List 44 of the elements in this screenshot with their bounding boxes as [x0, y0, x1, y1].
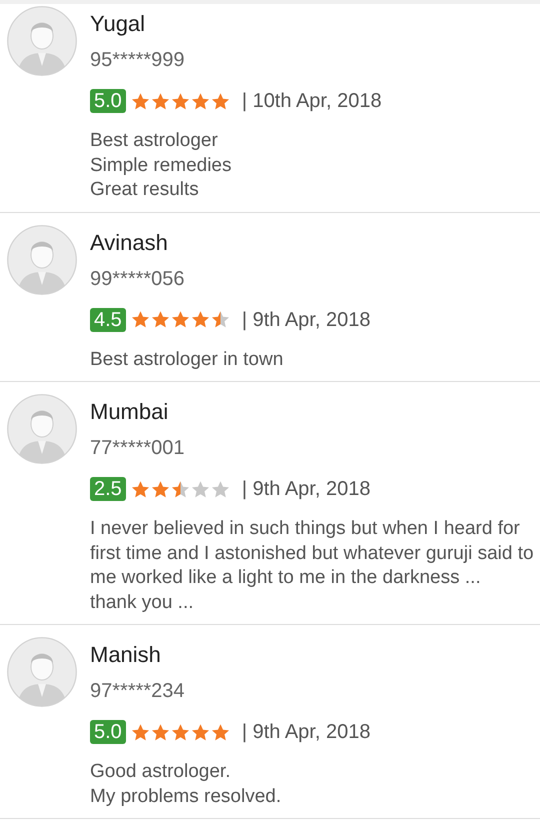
reviewer-name: Yugal: [90, 12, 146, 36]
review-date: | 10th Apr, 2018: [242, 89, 382, 113]
star-icon: [130, 92, 150, 110]
star-icon: [190, 92, 210, 110]
reviewer-name: Mumbai: [90, 400, 170, 424]
avatar-icon: [7, 637, 77, 707]
review-text: I never believed in such things but when I heard for first time and I astonished but whatever guruji said to me worked like a light to me in the darkness ... thank you ...: [90, 517, 535, 614]
avatar-icon: [7, 6, 77, 76]
star-icon: [190, 480, 210, 498]
star-icon: [130, 310, 150, 329]
review-date: | 9th Apr, 2018: [242, 308, 370, 332]
star-icon: [170, 310, 190, 329]
avatar-icon: [7, 224, 77, 294]
star-icon: [210, 722, 230, 742]
star-icon: [150, 92, 170, 110]
reviewer-name: Manish: [90, 643, 162, 667]
star-icon: [150, 722, 170, 742]
rating-score: 5.0: [90, 89, 126, 113]
star-icon: [210, 310, 230, 329]
star-icon: [190, 722, 210, 742]
star-icon: [150, 480, 170, 498]
review-date: | 9th Apr, 2018: [242, 720, 370, 744]
reviewer-name: Avinash: [90, 230, 169, 254]
star-icon: [190, 310, 210, 329]
star-icon: [170, 722, 190, 742]
phone-number: 97*****234: [90, 680, 186, 702]
rating-score: 4.5: [90, 308, 126, 332]
star-icon: [150, 310, 170, 329]
star-icon: [210, 480, 230, 498]
rating-score: 5.0: [90, 720, 126, 744]
star-icon: [170, 480, 190, 498]
phone-number: 99*****056: [90, 268, 186, 290]
phone-number: 95*****999: [90, 49, 186, 71]
star-icon: [130, 480, 150, 498]
review-date: | 9th Apr, 2018: [242, 477, 370, 501]
star-icon: [210, 92, 230, 110]
avatar-icon: [7, 394, 77, 464]
review-text: Best astrologer Simple remedies Great results: [90, 129, 232, 202]
star-icon: [130, 722, 150, 742]
phone-number: 77*****001: [90, 437, 186, 459]
review-text: Good astrologer. My problems resolved.: [90, 760, 282, 808]
star-icon: [170, 92, 190, 110]
review-text: Best astrologer in town: [90, 348, 284, 372]
rating-score: 2.5: [90, 477, 126, 501]
